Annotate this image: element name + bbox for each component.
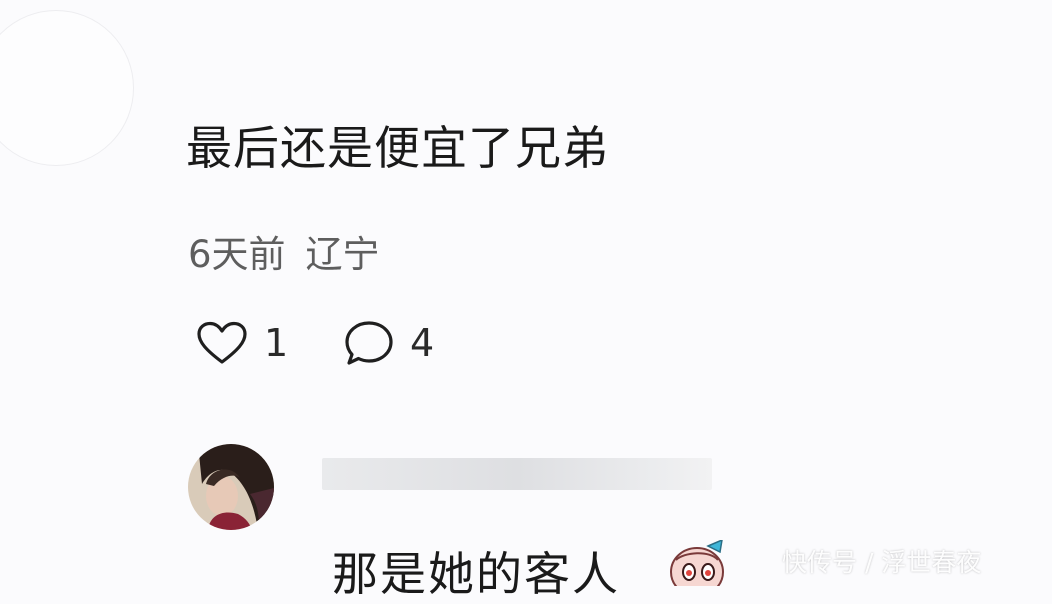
like-count: 1 xyxy=(264,321,289,365)
reply-count: 4 xyxy=(410,321,435,365)
comment-location: 辽宁 xyxy=(305,233,380,276)
reply-text: 那是她的客人 xyxy=(332,547,620,601)
comment-text: 最后还是便宜了兄弟 xyxy=(186,121,609,175)
heart-outline-icon xyxy=(197,321,247,364)
commenter-avatar[interactable] xyxy=(0,10,134,166)
avatar-photo xyxy=(188,444,274,530)
like-button[interactable]: 1 xyxy=(196,318,288,368)
reply-avatar[interactable] xyxy=(188,444,274,530)
cartoon-face-emoji-icon xyxy=(664,538,730,597)
comment-time: 6天前 xyxy=(188,233,286,276)
speech-bubble-icon xyxy=(345,321,393,365)
reply-button[interactable]: 4 xyxy=(344,318,434,368)
watermark: 快传号 / 浮世春夜 xyxy=(782,548,982,577)
reply-username-redacted xyxy=(322,458,712,490)
comment-meta: 6天前 辽宁 xyxy=(188,224,380,278)
